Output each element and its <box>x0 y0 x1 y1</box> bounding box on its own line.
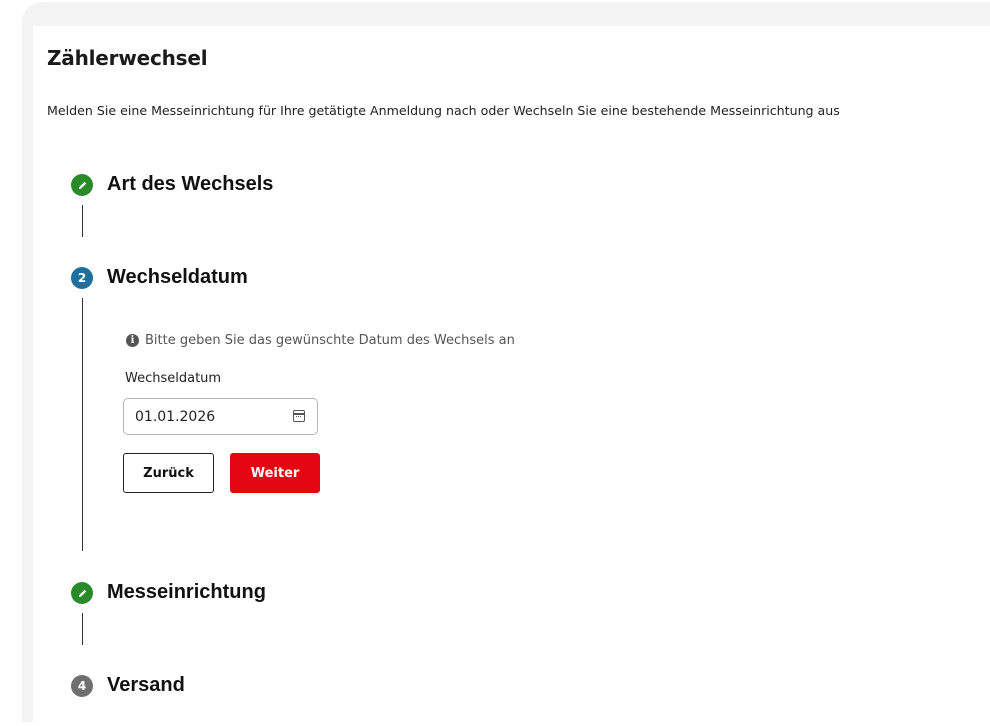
step-3-title[interactable]: Messeinrichtung <box>107 581 266 604</box>
next-button[interactable]: Weiter <box>230 453 320 493</box>
date-input[interactable] <box>124 399 295 434</box>
pencil-icon <box>78 181 86 189</box>
step-2-connector <box>82 298 83 551</box>
step-4-title: Versand <box>107 674 185 696</box>
step-3-edit-icon[interactable] <box>71 582 93 604</box>
pencil-icon <box>78 589 86 597</box>
back-button[interactable]: Zurück <box>123 453 214 493</box>
step-1-connector <box>82 205 83 237</box>
step-3-connector <box>82 613 83 645</box>
date-field[interactable] <box>123 398 318 435</box>
info-icon: i <box>126 334 139 347</box>
step-1-edit-icon[interactable] <box>71 174 93 196</box>
step-2-number-badge: 2 <box>71 267 93 289</box>
date-hint-text: Bitte geben Sie das gewünschte Datum des… <box>145 333 515 348</box>
date-hint: i Bitte geben Sie das gewünschte Datum d… <box>126 333 515 348</box>
calendar-icon[interactable] <box>293 410 305 422</box>
page-title: Zählerwechsel <box>47 46 208 70</box>
date-field-label: Wechseldatum <box>125 371 222 386</box>
step-1-title[interactable]: Art des Wechsels <box>107 173 273 196</box>
step-2-title: Wechseldatum <box>107 266 248 288</box>
page-intro: Melden Sie eine Messeinrichtung für Ihre… <box>47 103 840 118</box>
step-4-number-badge: 4 <box>71 675 93 697</box>
